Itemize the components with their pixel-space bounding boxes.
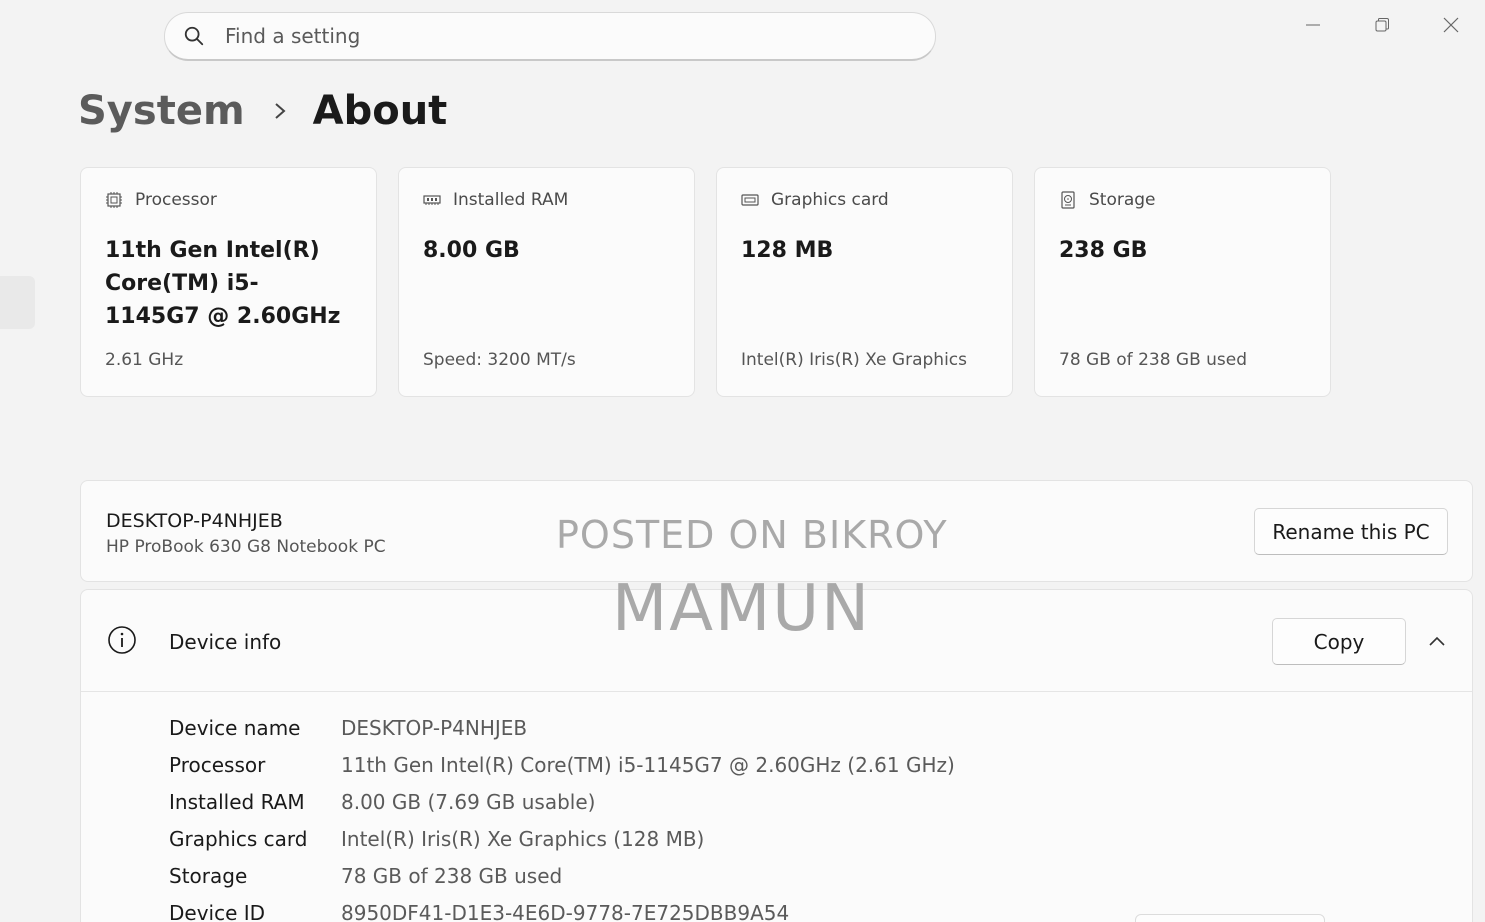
ram-detail: Speed: 3200 MT/s bbox=[423, 350, 576, 370]
ram-label: Installed RAM bbox=[453, 190, 569, 210]
pc-model: HP ProBook 630 G8 Notebook PC bbox=[106, 537, 386, 557]
storage-card: Storage 238 GB 78 GB of 238 GB used bbox=[1034, 167, 1331, 397]
row-label: Device ID bbox=[169, 900, 266, 922]
row-value: 8.00 GB (7.69 GB usable) bbox=[341, 789, 596, 814]
row-value: 78 GB of 238 GB used bbox=[341, 863, 563, 888]
processor-icon bbox=[106, 192, 122, 208]
row-value: 8950DF41-D1E3-4E6D-9778-7E725DBB9A54 bbox=[341, 900, 790, 922]
minimize-button[interactable] bbox=[1278, 10, 1347, 40]
info-row-device-name: Device name DESKTOP-P4NHJEB bbox=[169, 709, 955, 746]
chevron-right-icon bbox=[273, 101, 287, 121]
processor-label: Processor bbox=[135, 190, 217, 210]
row-value: DESKTOP-P4NHJEB bbox=[341, 715, 528, 740]
page-title: About bbox=[312, 88, 448, 134]
ram-card: Installed RAM 8.00 GB Speed: 3200 MT/s bbox=[398, 167, 695, 397]
search-box[interactable] bbox=[164, 12, 936, 61]
processor-card: Processor 11th Gen Intel(R) Core(TM) i5-… bbox=[80, 167, 377, 397]
row-label: Graphics card bbox=[169, 826, 308, 851]
nav-selection-indicator[interactable] bbox=[0, 276, 35, 329]
rename-pc-button[interactable]: Rename this PC bbox=[1254, 508, 1448, 555]
restore-button[interactable] bbox=[1347, 10, 1416, 40]
search-icon bbox=[184, 26, 204, 46]
info-row-storage: Storage 78 GB of 238 GB used bbox=[169, 857, 955, 894]
settings-window: System About Processor 11th Gen Intel(R)… bbox=[0, 0, 1485, 922]
processor-value: 11th Gen Intel(R) Core(TM) i5-1145G7 @ 2… bbox=[105, 238, 341, 329]
row-label: Device name bbox=[169, 715, 301, 740]
chevron-up-icon[interactable] bbox=[1426, 630, 1448, 652]
row-value: Intel(R) Iris(R) Xe Graphics (128 MB) bbox=[341, 826, 705, 851]
watermark-line-1: POSTED ON BIKROY bbox=[556, 513, 948, 557]
copy-button[interactable]: Copy bbox=[1272, 618, 1406, 665]
minimize-icon bbox=[1305, 24, 1320, 26]
close-button[interactable] bbox=[1416, 10, 1485, 40]
restore-icon bbox=[1375, 18, 1389, 32]
row-label: Installed RAM bbox=[169, 789, 305, 814]
graphics-card-label: Graphics card bbox=[771, 190, 889, 210]
info-icon bbox=[108, 626, 136, 654]
window-controls bbox=[1278, 10, 1485, 40]
graphics-card-icon bbox=[741, 194, 759, 206]
graphics-card-detail: Intel(R) Iris(R) Xe Graphics bbox=[741, 350, 967, 370]
row-value: 11th Gen Intel(R) Core(TM) i5-1145G7 @ 2… bbox=[341, 752, 955, 777]
info-row-device-id: Device ID 8950DF41-D1E3-4E6D-9778-7E725DB… bbox=[169, 894, 955, 922]
search-input[interactable] bbox=[225, 24, 825, 48]
processor-detail: 2.61 GHz bbox=[105, 350, 184, 370]
ram-value: 8.00 GB bbox=[423, 238, 520, 263]
close-icon bbox=[1443, 17, 1458, 33]
breadcrumb: System About bbox=[78, 88, 447, 134]
ram-icon bbox=[423, 195, 441, 205]
row-label: Storage bbox=[169, 863, 248, 888]
storage-value: 238 GB bbox=[1059, 238, 1148, 263]
storage-detail: 78 GB of 238 GB used bbox=[1059, 350, 1248, 370]
graphics-card-card: Graphics card 128 MB Intel(R) Iris(R) Xe… bbox=[716, 167, 1013, 397]
device-info-title: Device info bbox=[169, 630, 282, 654]
row-label: Processor bbox=[169, 752, 266, 777]
device-info-rows: Device name DESKTOP-P4NHJEB Processor 11th… bbox=[169, 709, 955, 922]
storage-icon bbox=[1061, 191, 1075, 209]
storage-label: Storage bbox=[1089, 190, 1156, 210]
breadcrumb-system[interactable]: System bbox=[78, 88, 245, 134]
watermark-line-2: MAMUN bbox=[612, 572, 871, 646]
graphics-card-value: 128 MB bbox=[741, 238, 834, 263]
info-row-graphics-card: Graphics card Intel(R) Iris(R) Xe Graphic… bbox=[169, 820, 955, 857]
partial-button[interactable] bbox=[1135, 914, 1325, 922]
pc-name: DESKTOP-P4NHJEB bbox=[106, 510, 283, 532]
info-row-processor: Processor 11th Gen Intel(R) Core(TM) i5-1… bbox=[169, 746, 955, 783]
info-row-installed-ram: Installed RAM 8.00 GB (7.69 GB usable) bbox=[169, 783, 955, 820]
